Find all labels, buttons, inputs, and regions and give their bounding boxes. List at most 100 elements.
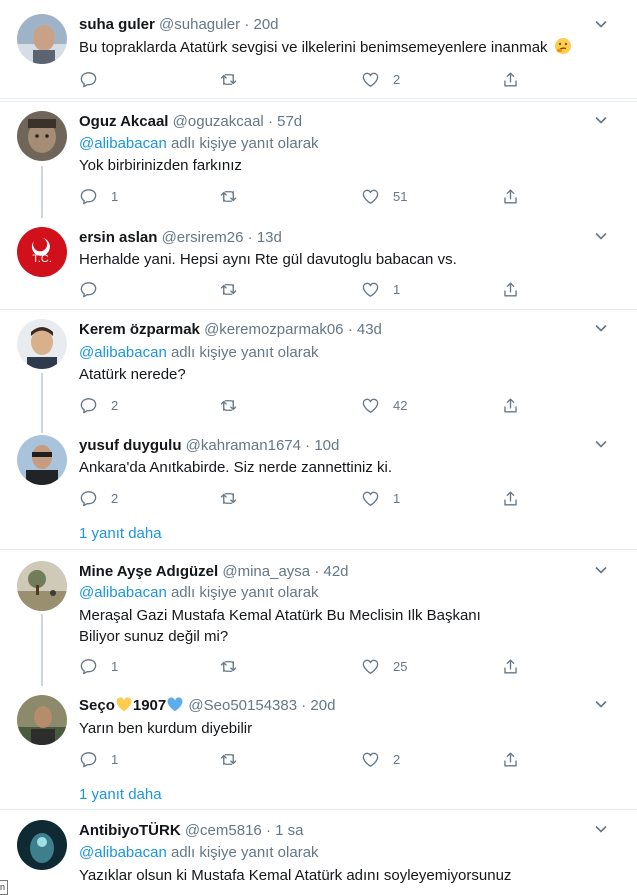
like-button[interactable]: 2 [361, 749, 400, 769]
timestamp[interactable]: 20d [253, 16, 278, 33]
avatar[interactable] [17, 695, 67, 745]
like-button[interactable]: 25 [361, 656, 407, 676]
tweet[interactable]: suha guler @suhaguler · 20d Bu topraklar… [0, 0, 637, 100]
timestamp[interactable]: 13d [257, 229, 282, 246]
tweet[interactable]: T.C. ersin aslan @ersirem26 · 13d Herhal… [0, 218, 637, 310]
like-button[interactable]: 42 [361, 395, 407, 415]
avatar[interactable] [17, 561, 67, 611]
like-button[interactable]: 51 [361, 186, 407, 206]
avatar[interactable] [17, 111, 67, 161]
avatar[interactable] [17, 435, 67, 485]
reply-button[interactable]: 2 [79, 488, 118, 508]
display-name[interactable]: suha guler [79, 16, 155, 33]
like-count: 51 [393, 188, 408, 204]
mention-link[interactable]: @alibabacan [79, 844, 167, 861]
timestamp[interactable]: 43d [357, 321, 382, 338]
tweet[interactable]: Oguz Akcaal @oguzakcaal · 57d @alibabaca… [0, 102, 637, 218]
tweet-text: Yazıklar olsun ki Mustafa Kemal Atatürk … [79, 867, 512, 884]
chevron-down-icon[interactable] [593, 112, 609, 128]
user-handle[interactable]: @ersirem26 [162, 229, 244, 246]
chevron-down-icon[interactable] [593, 436, 609, 452]
display-name[interactable]: AntibiyoTÜRK [79, 822, 181, 839]
like-icon [362, 659, 379, 674]
reply-icon [80, 397, 97, 413]
retweet-button[interactable] [219, 395, 238, 415]
reply-button[interactable]: 1 [79, 186, 118, 206]
timestamp[interactable]: 10d [314, 437, 339, 454]
avatar[interactable] [17, 14, 67, 64]
tweet[interactable]: Mine Ayşe Adıgüzel @mina_aysa · 42d @ali… [0, 550, 637, 686]
reply-button[interactable]: 1 [79, 749, 118, 769]
show-more-replies-link[interactable]: 1 yanıt daha [79, 524, 162, 544]
share-button[interactable] [501, 69, 520, 89]
chevron-down-icon[interactable] [593, 320, 609, 336]
display-name[interactable]: yusuf duygulu [79, 437, 182, 454]
retweet-button[interactable] [219, 488, 238, 508]
display-name[interactable]: Kerem özparmak [79, 321, 200, 338]
timestamp[interactable]: 20d [310, 697, 335, 714]
reply-button[interactable]: 2 [79, 395, 118, 415]
like-button[interactable]: 1 [361, 279, 400, 299]
display-name[interactable]: Mine Ayşe Adıgüzel [79, 563, 218, 580]
share-button[interactable] [501, 749, 520, 769]
avatar[interactable] [17, 319, 67, 369]
retweet-button[interactable] [219, 69, 238, 89]
timestamp[interactable]: 42d [324, 563, 349, 580]
tweet[interactable]: AntibiyoTÜRK @cem5816 · 1 sa @alibabacan… [0, 810, 637, 895]
separator-dot: · [244, 16, 250, 33]
user-handle[interactable]: @mina_aysa [222, 563, 310, 580]
reply-button[interactable] [79, 69, 111, 89]
share-button[interactable] [501, 279, 520, 299]
user-handle[interactable]: @cem5816 [185, 822, 262, 839]
retweet-button[interactable] [219, 749, 238, 769]
avatar[interactable] [17, 820, 67, 870]
mention-link[interactable]: @alibabacan [79, 344, 167, 361]
tweet[interactable]: Seço 1907 @Seo50154383 · 20d Yarın ben ku… [0, 686, 637, 810]
mention-link[interactable]: @alibabacan [79, 135, 167, 152]
user-handle[interactable]: @kahraman1674 [186, 437, 301, 454]
user-handle[interactable]: @Seo50154383 [188, 697, 297, 714]
tweet-header: Seço 1907 @Seo50154383 · 20d [79, 696, 587, 716]
tweet[interactable]: Kerem özparmak @keremozparmak06 · 43d @a… [0, 310, 637, 426]
retweet-button[interactable] [219, 186, 238, 206]
retweet-button[interactable] [219, 279, 238, 299]
tweet-actions: 1 2 [79, 749, 529, 769]
share-button[interactable] [501, 395, 520, 415]
chevron-down-icon[interactable] [593, 562, 609, 578]
display-name[interactable]: ersin aslan [79, 229, 157, 246]
reply-button[interactable] [79, 279, 111, 299]
like-icon [362, 189, 379, 204]
reply-icon [80, 71, 97, 87]
chevron-down-icon[interactable] [593, 228, 609, 244]
reply-button[interactable]: 1 [79, 656, 118, 676]
like-button[interactable]: 2 [361, 69, 400, 89]
share-button[interactable] [501, 656, 520, 676]
separator-dot: · [265, 822, 271, 839]
like-button[interactable]: 1 [361, 488, 400, 508]
timestamp[interactable]: 1 sa [275, 822, 303, 839]
display-name[interactable]: Oguz Akcaal [79, 113, 168, 130]
user-handle[interactable]: @oguzakcaal [173, 113, 264, 130]
tweet-header: Mine Ayşe Adıgüzel @mina_aysa · 42d [79, 562, 587, 582]
user-handle[interactable]: @keremozparmak06 [204, 321, 343, 338]
chevron-down-icon[interactable] [593, 696, 609, 712]
tweet-header: ersin aslan @ersirem26 · 13d [79, 228, 587, 248]
avatar[interactable]: T.C. [17, 227, 67, 277]
separator-dot: · [347, 321, 353, 338]
separator-dot: · [314, 563, 320, 580]
display-name[interactable]: Seço 1907 [79, 697, 184, 714]
timestamp[interactable]: 57d [277, 113, 302, 130]
show-more-replies-link[interactable]: 1 yanıt daha [79, 785, 162, 805]
retweet-button[interactable] [219, 656, 238, 676]
share-button[interactable] [501, 186, 520, 206]
reply-feed: suha guler @suhaguler · 20d Bu topraklar… [0, 0, 637, 895]
chevron-down-icon[interactable] [593, 821, 609, 837]
user-handle[interactable]: @suhaguler [159, 16, 240, 33]
mention-link[interactable]: @alibabacan [79, 584, 167, 601]
like-count: 2 [393, 751, 401, 767]
chevron-down-icon[interactable] [593, 16, 609, 32]
share-icon [504, 658, 517, 674]
tweet[interactable]: yusuf duygulu @kahraman1674 · 10d Ankara… [0, 426, 637, 550]
share-button[interactable] [501, 488, 520, 508]
tweet-text: Yok birbirinizden farkınız [79, 157, 242, 174]
